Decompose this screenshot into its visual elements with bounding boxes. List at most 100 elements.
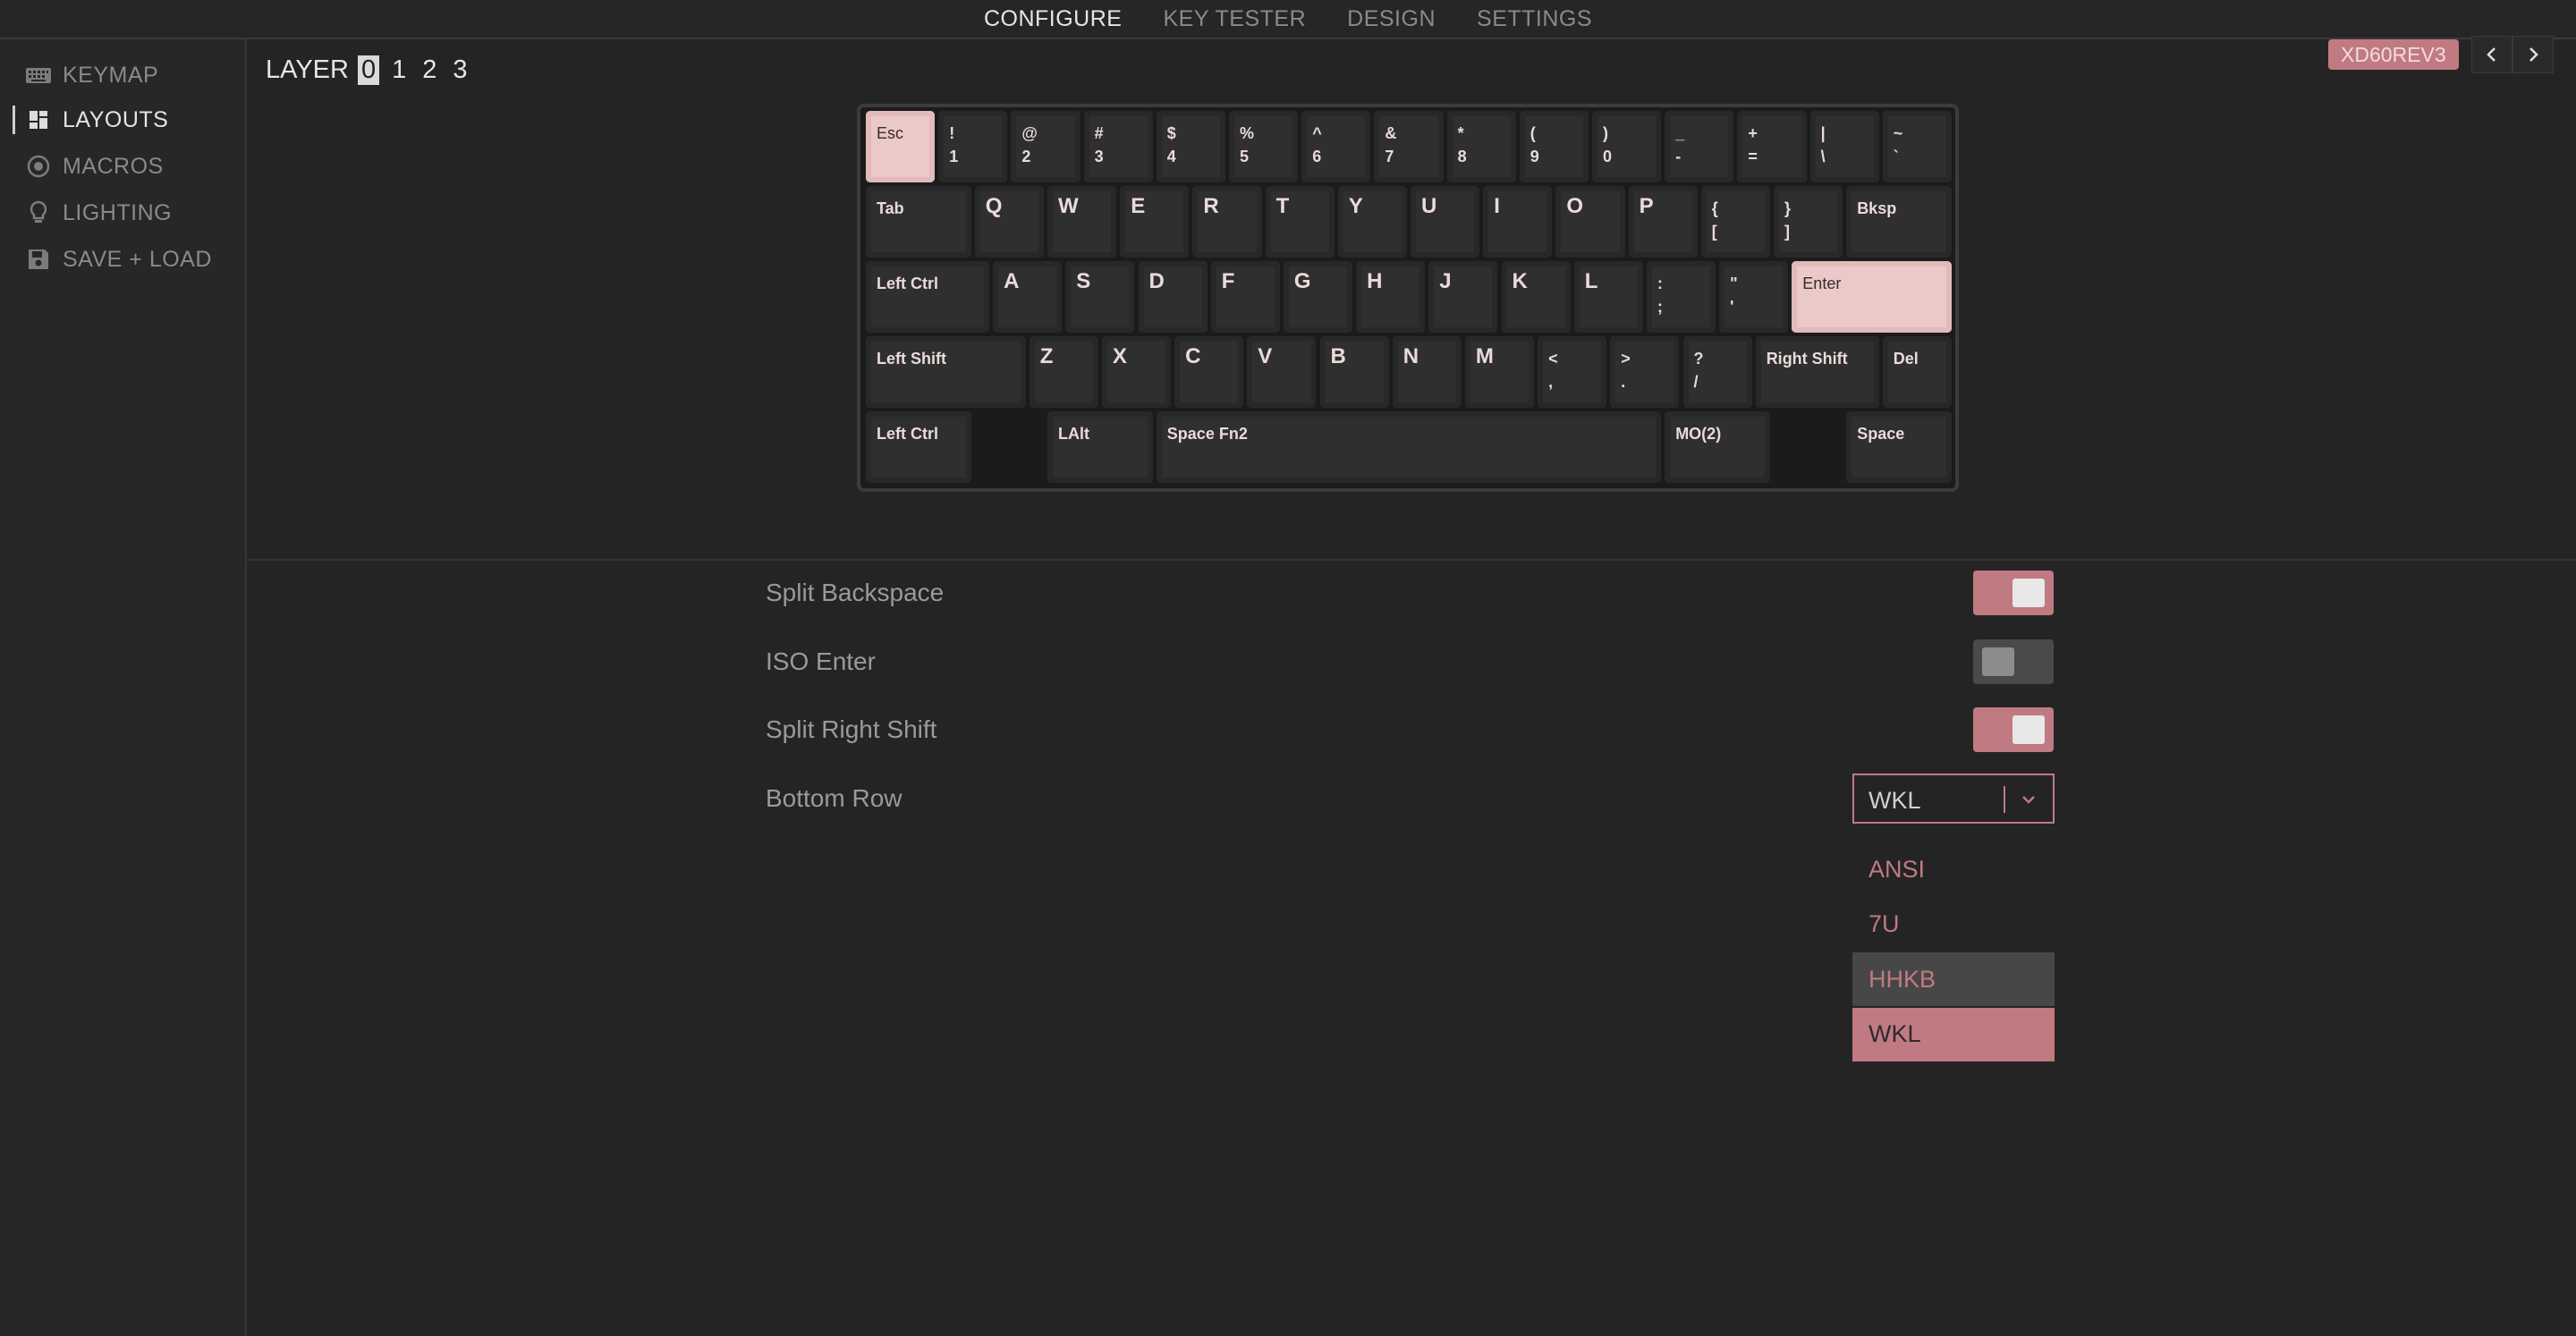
- key-esc[interactable]: Esc: [866, 111, 936, 182]
- key-enter[interactable]: Enter: [1792, 261, 1952, 333]
- key-label: Space Fn2: [1166, 425, 1248, 443]
- key-space[interactable]: Space: [1846, 411, 1952, 483]
- key-i[interactable]: I: [1483, 186, 1553, 258]
- key-right-shift[interactable]: Right Shift: [1755, 336, 1879, 408]
- key-y[interactable]: Y: [1337, 186, 1407, 258]
- key-+-=[interactable]: + =: [1737, 111, 1807, 182]
- key-c[interactable]: C: [1174, 336, 1244, 408]
- key-)-0[interactable]: ) 0: [1592, 111, 1662, 182]
- key-left-ctrl[interactable]: Left Ctrl: [866, 411, 971, 483]
- key-#-3[interactable]: # 3: [1083, 111, 1153, 182]
- iso-enter-toggle[interactable]: [1973, 639, 2054, 684]
- sidebar-item-save-load[interactable]: SAVE + LOAD: [23, 240, 212, 279]
- key-"-'[interactable]: " ': [1719, 261, 1789, 333]
- key-n[interactable]: N: [1392, 336, 1462, 408]
- key->-.[interactable]: > .: [1610, 336, 1680, 408]
- macros-icon: [23, 151, 54, 182]
- key-q[interactable]: Q: [974, 186, 1044, 258]
- key-b[interactable]: B: [1319, 336, 1389, 408]
- sidebar-item-macros[interactable]: MACROS: [23, 147, 164, 186]
- key-label: MO(2): [1675, 425, 1722, 443]
- bottom-row-select[interactable]: WKL: [1852, 774, 2055, 824]
- key-left-ctrl[interactable]: Left Ctrl: [866, 261, 990, 333]
- key-x[interactable]: X: [1101, 336, 1172, 408]
- key-r[interactable]: R: [1192, 186, 1262, 258]
- sidebar-item-layouts[interactable]: LAYOUTS: [23, 100, 168, 140]
- tab-key-tester[interactable]: KEY TESTER: [1163, 6, 1306, 32]
- next-device-button[interactable]: [2512, 36, 2554, 73]
- key-!-1[interactable]: ! 1: [938, 111, 1008, 182]
- layer-1-button[interactable]: 1: [388, 55, 410, 85]
- sidebar-item-lighting[interactable]: LIGHTING: [23, 193, 172, 233]
- key-k[interactable]: K: [1501, 261, 1571, 333]
- sidebar-item-keymap[interactable]: KEYMAP: [23, 55, 158, 95]
- key-s[interactable]: S: [1065, 261, 1135, 333]
- split-right-shift-toggle[interactable]: [1973, 707, 2054, 752]
- key-~-`[interactable]: ~ `: [1882, 111, 1952, 182]
- key-label: ~ `: [1893, 124, 1903, 165]
- chevron-left-icon: [2487, 47, 2496, 62]
- key-bksp[interactable]: Bksp: [1846, 186, 1952, 258]
- tab-settings[interactable]: SETTINGS: [1477, 6, 1592, 32]
- key-*-8[interactable]: * 8: [1446, 111, 1516, 182]
- device-badge[interactable]: XD60REV3: [2328, 39, 2459, 70]
- key-f[interactable]: F: [1210, 261, 1280, 333]
- chevron-down-icon: [2022, 796, 2035, 804]
- split-backspace-label: Split Backspace: [766, 579, 945, 606]
- dropdown-option-hhkb[interactable]: HHKB: [1852, 952, 2055, 1006]
- key-(-9[interactable]: ( 9: [1519, 111, 1589, 182]
- layer-2-button[interactable]: 2: [419, 55, 440, 85]
- layer-0-button[interactable]: 0: [357, 55, 380, 85]
- save-icon: [23, 244, 54, 275]
- tab-configure[interactable]: CONFIGURE: [984, 6, 1123, 32]
- key-m[interactable]: M: [1464, 336, 1535, 408]
- key-label: Enter: [1802, 275, 1842, 292]
- dropdown-option-ansi[interactable]: ANSI: [1852, 842, 2055, 896]
- key-j[interactable]: J: [1428, 261, 1498, 333]
- key-label: E: [1131, 194, 1146, 218]
- key-left-shift[interactable]: Left Shift: [866, 336, 1026, 408]
- dropdown-option-wkl[interactable]: WKL: [1852, 1007, 2055, 1061]
- key-&-7[interactable]: & 7: [1374, 111, 1444, 182]
- key-h[interactable]: H: [1356, 261, 1426, 333]
- key-tab[interactable]: Tab: [866, 186, 971, 258]
- key-label: | \: [1820, 124, 1826, 165]
- key-p[interactable]: P: [1628, 186, 1698, 258]
- key-^-6[interactable]: ^ 6: [1301, 111, 1371, 182]
- key-z[interactable]: Z: [1029, 336, 1098, 408]
- key-del[interactable]: Del: [1882, 336, 1952, 408]
- key-w[interactable]: W: [1047, 186, 1117, 258]
- key-@-2[interactable]: @ 2: [1011, 111, 1080, 182]
- key-u[interactable]: U: [1411, 186, 1480, 258]
- key-:-;[interactable]: : ;: [1646, 261, 1716, 333]
- split-backspace-toggle[interactable]: [1973, 571, 2054, 615]
- key-$-4[interactable]: $ 4: [1156, 111, 1225, 182]
- layer-3-button[interactable]: 3: [449, 55, 470, 85]
- key-d[interactable]: D: [1138, 261, 1208, 333]
- dropdown-option-7u[interactable]: 7U: [1852, 897, 2055, 951]
- key-v[interactable]: V: [1247, 336, 1317, 408]
- key-a[interactable]: A: [993, 261, 1063, 333]
- key-o[interactable]: O: [1555, 186, 1625, 258]
- key-|-\[interactable]: | \: [1809, 111, 1879, 182]
- select-divider: [2004, 786, 2005, 813]
- key-}-][interactable]: } ]: [1774, 186, 1843, 258]
- key-space-fn2[interactable]: Space Fn2: [1156, 411, 1662, 483]
- key-l[interactable]: L: [1573, 261, 1643, 333]
- key-g[interactable]: G: [1283, 261, 1353, 333]
- key-label: B: [1330, 344, 1346, 368]
- key-%-5[interactable]: % 5: [1229, 111, 1299, 182]
- key-mo(2)[interactable]: MO(2): [1665, 411, 1770, 483]
- key-<-,[interactable]: < ,: [1538, 336, 1607, 408]
- key-{-[[interactable]: { [: [1700, 186, 1770, 258]
- blank-key-slot: [975, 411, 1044, 483]
- key-label: K: [1512, 269, 1528, 293]
- tab-design[interactable]: DESIGN: [1347, 6, 1436, 32]
- key-lalt[interactable]: LAlt: [1047, 411, 1153, 483]
- prev-device-button[interactable]: [2471, 36, 2512, 73]
- key-?-/[interactable]: ? /: [1682, 336, 1752, 408]
- key-e[interactable]: E: [1120, 186, 1190, 258]
- sidebar-item-label: SAVE + LOAD: [63, 246, 212, 272]
- key-_--[interactable]: _ -: [1665, 111, 1734, 182]
- key-t[interactable]: T: [1265, 186, 1335, 258]
